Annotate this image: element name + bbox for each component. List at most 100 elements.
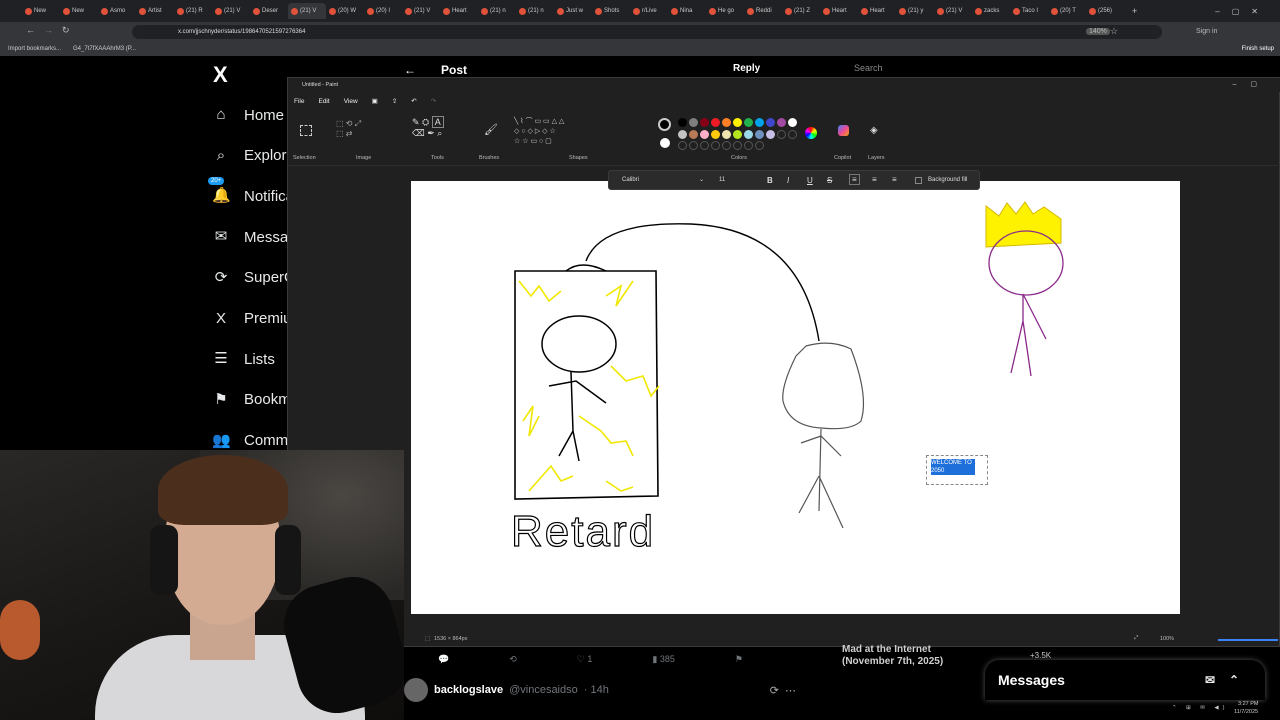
browser-tab[interactable]: Deser [250, 3, 288, 19]
browser-tab[interactable]: (256) [1086, 3, 1124, 19]
color-swatch[interactable] [733, 118, 742, 127]
finish-setup-button[interactable]: Finish setup [1242, 46, 1274, 52]
underline-button[interactable]: U [807, 176, 813, 185]
color-swatch[interactable] [689, 129, 698, 139]
forward-icon[interactable]: → [44, 25, 53, 35]
browser-tab[interactable]: Reddi [744, 3, 782, 19]
browser-tab[interactable]: (21) n [516, 3, 554, 19]
browser-tab[interactable]: New [22, 3, 60, 19]
browser-tab[interactable]: Heart [440, 3, 478, 19]
redo-icon[interactable]: ↷ [431, 97, 436, 105]
browser-tab[interactable]: (21) V [212, 3, 250, 19]
browser-tab[interactable]: Just w [554, 3, 592, 19]
back-arrow-icon[interactable]: ← [404, 63, 416, 77]
browser-tab[interactable]: (20) I [364, 3, 402, 19]
color-swatch[interactable] [755, 129, 764, 139]
tools-group[interactable]: ✎ ⛭ A ⌫ ✒ ⌕ [412, 116, 468, 151]
browser-tab[interactable]: He go [706, 3, 744, 19]
font-select[interactable]: Calibri [622, 177, 639, 183]
browser-tab[interactable]: Asmo [98, 3, 136, 19]
browser-tab[interactable]: (21) y [896, 3, 934, 19]
reply-icon[interactable]: 💬 [438, 654, 449, 665]
align-left-button[interactable]: ≡ [849, 174, 860, 185]
nav-item-explore[interactable]: ⌕ Explore [212, 147, 295, 165]
color-swatch[interactable] [722, 129, 731, 139]
color-swatch[interactable] [744, 118, 753, 127]
menu-edit[interactable]: Edit [318, 98, 329, 105]
nav-item-home[interactable]: ⌂ Home [212, 106, 284, 124]
chevron-down-icon[interactable]: ⌄ [699, 176, 704, 183]
zoom-indicator[interactable]: 140% [1086, 28, 1110, 35]
align-center-button[interactable]: ≡ [872, 175, 877, 184]
browser-tab[interactable]: Artist [136, 3, 174, 19]
views-button[interactable]: ▮ 385 [652, 654, 674, 665]
color-swatch[interactable] [733, 129, 742, 139]
paint-canvas[interactable]: Retard WELCOME TO 2050 [411, 181, 1180, 614]
zoom-level[interactable]: 100% [1160, 636, 1174, 642]
expand-icon[interactable]: ⌃ [1229, 673, 1239, 687]
like-button[interactable]: ♡ 1 [577, 654, 593, 665]
browser-tab[interactable]: (21) V [934, 3, 972, 19]
browser-tab[interactable]: r/Live [630, 3, 668, 19]
browser-tab[interactable]: (21) R [174, 3, 212, 19]
share-icon[interactable]: ⇪ [392, 97, 397, 105]
browser-tab[interactable]: Heart [820, 3, 858, 19]
color-palette[interactable] [678, 118, 798, 151]
browser-tab[interactable]: (20) W [326, 3, 364, 19]
empty-color-swatch[interactable] [777, 129, 786, 139]
reply-handle[interactable]: @vincesaidso [509, 684, 578, 696]
brush-icon[interactable]: 🖌 [484, 123, 498, 136]
text-box-selection[interactable]: WELCOME TO 2050 [926, 455, 988, 485]
avatar[interactable] [404, 678, 428, 702]
compose-message-icon[interactable]: ✉ [1205, 673, 1215, 687]
color-swatch[interactable] [777, 118, 786, 127]
trend-item[interactable]: Mad at the Internet (November 7th, 2025) [842, 644, 962, 674]
color-white-icon[interactable] [660, 138, 670, 148]
selection-icon[interactable] [300, 125, 312, 136]
font-size-select[interactable]: 11 [719, 177, 725, 183]
empty-color-swatch[interactable] [700, 141, 709, 151]
zoom-slider[interactable] [1218, 639, 1278, 641]
background-fill-checkbox[interactable] [915, 177, 922, 184]
layers-icon[interactable]: ◈ [870, 125, 878, 136]
empty-color-swatch[interactable] [689, 141, 698, 151]
empty-color-swatch[interactable] [733, 141, 742, 151]
retweet-icon[interactable]: ⟲ [509, 654, 517, 665]
browser-tab[interactable]: (21) n [478, 3, 516, 19]
new-tab-button[interactable]: + [1132, 6, 1137, 16]
color-swatch[interactable] [788, 118, 797, 127]
browser-tab[interactable]: Shots [592, 3, 630, 19]
bold-button[interactable]: B [767, 176, 773, 185]
empty-color-swatch[interactable] [678, 141, 687, 151]
browser-tab[interactable]: (21) V [288, 3, 326, 19]
color-swatch[interactable] [700, 118, 709, 127]
grok-icon[interactable]: ⟳ [770, 684, 779, 697]
color-swatch[interactable] [700, 129, 709, 139]
window-controls[interactable]: –▢ [1232, 80, 1271, 88]
browser-tab[interactable]: (20) T [1048, 3, 1086, 19]
color-swatch[interactable] [744, 129, 753, 139]
text-box-content[interactable]: WELCOME TO 2050 [931, 459, 975, 475]
browser-tab[interactable]: (21) V [402, 3, 440, 19]
star-icon[interactable]: ☆ [1110, 26, 1118, 37]
image-tools[interactable]: ⬚ ⟲ ⤢ ⬚ ⇄ [336, 119, 396, 149]
bookmark-icon[interactable]: ⚑ [735, 654, 743, 665]
x-logo[interactable]: X [213, 62, 228, 88]
back-icon[interactable]: ← [26, 25, 35, 35]
browser-tab[interactable]: Nina [668, 3, 706, 19]
reload-icon[interactable]: ↻ [62, 25, 70, 36]
empty-color-swatch[interactable] [744, 141, 753, 151]
empty-color-swatch[interactable] [722, 141, 731, 151]
save-icon[interactable]: ▣ [372, 97, 378, 105]
color-swatch[interactable] [766, 118, 775, 127]
menu-file[interactable]: File [294, 98, 304, 105]
color-swatch[interactable] [678, 129, 687, 139]
color-swatch[interactable] [689, 118, 698, 127]
color-swatch[interactable] [678, 118, 687, 127]
url-input[interactable]: x.com/jjschnyder/status/1986470521597276… [132, 25, 1162, 39]
browser-tab[interactable]: Heart [858, 3, 896, 19]
color-swatch[interactable] [766, 129, 775, 139]
undo-icon[interactable]: ↶ [411, 97, 416, 105]
italic-button[interactable]: I [787, 176, 789, 185]
browser-tab[interactable]: Taco I [1010, 3, 1048, 19]
